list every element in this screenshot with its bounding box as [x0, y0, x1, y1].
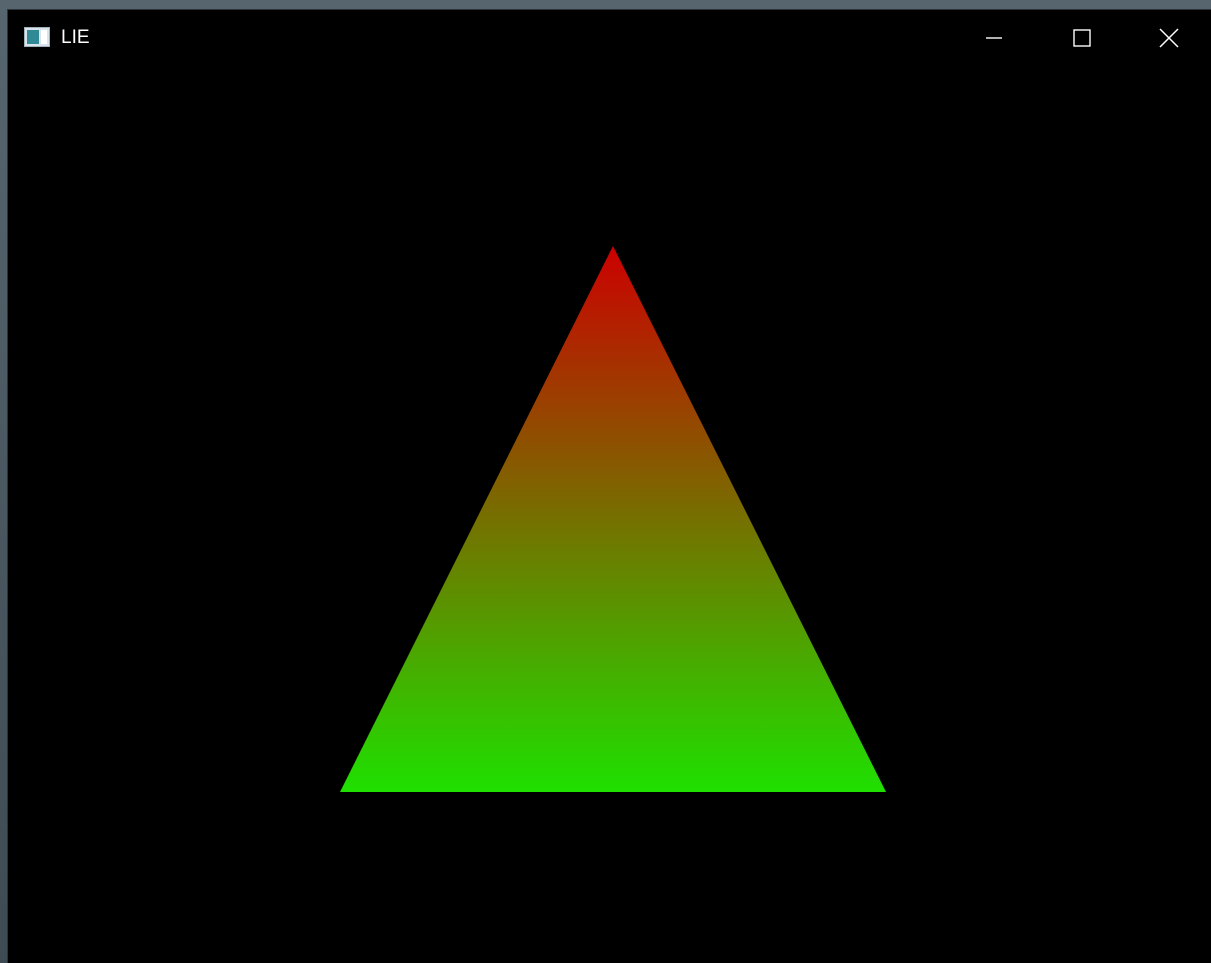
gradient-triangle: [340, 246, 886, 792]
app-window: LIE: [8, 10, 1211, 963]
maximize-button[interactable]: [1038, 10, 1126, 66]
render-scene: [340, 246, 886, 792]
close-button[interactable]: [1126, 10, 1211, 66]
maximize-icon: [1073, 29, 1091, 47]
title-bar[interactable]: LIE: [8, 10, 1211, 66]
window-title: LIE: [61, 27, 90, 48]
minimize-button[interactable]: [950, 10, 1038, 66]
close-icon: [1158, 28, 1179, 48]
window-app-icon: [24, 27, 50, 47]
minimize-icon: [985, 29, 1003, 47]
desktop: LIE: [0, 0, 1211, 963]
render-canvas[interactable]: [8, 66, 1211, 963]
